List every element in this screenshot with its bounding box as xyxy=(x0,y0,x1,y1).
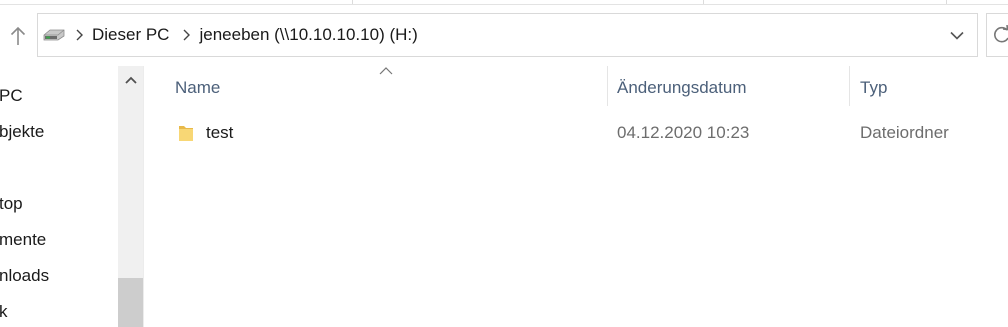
column-header-date[interactable]: Änderungsdatum xyxy=(608,66,849,110)
nav-item-desktop[interactable]: top xyxy=(0,194,23,214)
ribbon-separator xyxy=(946,0,947,4)
nav-item-documents[interactable]: mente xyxy=(0,230,46,250)
chevron-up-icon xyxy=(124,76,137,84)
column-header-name[interactable]: Name xyxy=(166,66,607,110)
nav-item-music[interactable]: k xyxy=(0,302,8,322)
breadcrumb-chevron-icon[interactable] xyxy=(177,29,195,41)
file-explorer-window: Dieser PC jeneeben (\\10.10.10.10) (H:) … xyxy=(0,0,1008,327)
file-name: test xyxy=(206,123,234,142)
refresh-button[interactable] xyxy=(986,13,1008,57)
arrow-up-icon xyxy=(10,26,26,45)
pane-divider[interactable] xyxy=(143,66,144,327)
up-button[interactable] xyxy=(3,20,33,52)
file-type: Dateiordner xyxy=(860,123,949,142)
column-separator[interactable] xyxy=(849,66,850,106)
nav-item-this-pc[interactable]: PC xyxy=(0,86,23,106)
chevron-down-icon xyxy=(950,31,964,40)
nav-item-downloads[interactable]: nloads xyxy=(0,266,49,286)
breadcrumb-this-pc[interactable]: Dieser PC xyxy=(88,25,173,45)
breadcrumb-drive[interactable]: jeneeben (\\10.10.10.10) (H:) xyxy=(195,25,421,45)
navigation-scrollbar[interactable] xyxy=(118,66,143,327)
file-name-cell[interactable]: test xyxy=(178,115,233,151)
file-date: 04.12.2020 10:23 xyxy=(617,123,750,142)
ribbon-edge xyxy=(0,0,1008,5)
folder-icon xyxy=(178,123,196,143)
ribbon-separator xyxy=(703,0,704,4)
refresh-icon xyxy=(994,25,1008,43)
scroll-up-button[interactable] xyxy=(118,66,143,94)
nav-item-3d-objects[interactable]: bjekte xyxy=(0,122,44,142)
scrollbar-thumb[interactable] xyxy=(118,278,143,327)
address-bar[interactable]: Dieser PC jeneeben (\\10.10.10.10) (H:) xyxy=(37,13,978,57)
navigation-pane: PC bjekte top mente nloads k xyxy=(0,66,118,327)
ribbon-separator xyxy=(352,0,353,4)
column-header-type[interactable]: Typ xyxy=(851,66,1008,110)
address-history-dropdown[interactable] xyxy=(937,14,977,56)
file-row[interactable]: test 04.12.2020 10:23 Dateiordner xyxy=(168,115,1008,151)
breadcrumb-chevron-icon[interactable] xyxy=(70,29,88,41)
network-drive-icon xyxy=(42,23,66,47)
